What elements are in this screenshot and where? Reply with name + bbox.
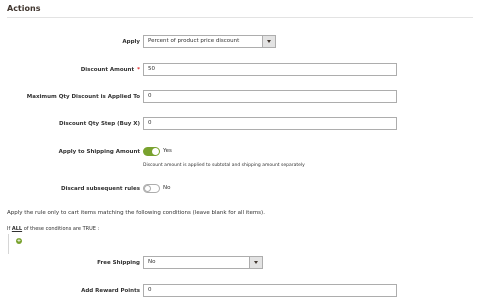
discount-amount-label: Discount Amount * <box>80 67 140 73</box>
discount-amount-input[interactable]: 50 <box>143 63 397 76</box>
apply-shipping-note: Discount amount is applied to subtotal a… <box>143 163 305 168</box>
chevron-down-icon <box>249 257 262 268</box>
toggle-knob <box>152 148 159 155</box>
discard-rules-toggle[interactable] <box>143 184 160 193</box>
max-qty-label: Maximum Qty Discount is Applied To <box>26 94 140 100</box>
toggle-knob <box>144 185 151 192</box>
apply-shipping-state: Yes <box>163 148 172 154</box>
apply-label: Apply <box>122 39 140 45</box>
section-title: Actions <box>7 4 41 13</box>
free-shipping-label: Free Shipping <box>97 260 140 266</box>
aggregator-selector[interactable]: ALL <box>12 226 22 232</box>
add-condition-icon[interactable]: + <box>16 238 22 244</box>
apply-shipping-label: Apply to Shipping Amount <box>58 149 140 155</box>
conditions-intro: Apply the rule only to cart items matchi… <box>7 210 265 216</box>
free-shipping-select[interactable]: No <box>143 256 263 269</box>
reward-points-input[interactable]: 0 <box>143 284 397 297</box>
apply-shipping-toggle[interactable] <box>143 147 160 156</box>
required-indicator: * <box>137 67 140 73</box>
qty-step-input[interactable]: 0 <box>143 117 397 130</box>
conditions-tree-line <box>8 234 9 254</box>
discard-rules-label: Discard subsequent rules <box>61 186 140 192</box>
qty-step-label: Discount Qty Step (Buy X) <box>59 121 140 127</box>
apply-select-value: Percent of product price discount <box>148 38 240 44</box>
max-qty-input[interactable]: 0 <box>143 90 397 103</box>
free-shipping-select-value: No <box>148 259 156 265</box>
section-divider <box>7 17 473 18</box>
conditions-header: If ALL of these conditions are TRUE : <box>7 226 100 232</box>
reward-points-label: Add Reward Points <box>81 288 140 294</box>
value-selector[interactable]: TRUE <box>83 226 96 232</box>
chevron-down-icon <box>262 36 275 47</box>
apply-select[interactable]: Percent of product price discount <box>143 35 276 48</box>
discard-rules-state: No <box>163 185 171 191</box>
